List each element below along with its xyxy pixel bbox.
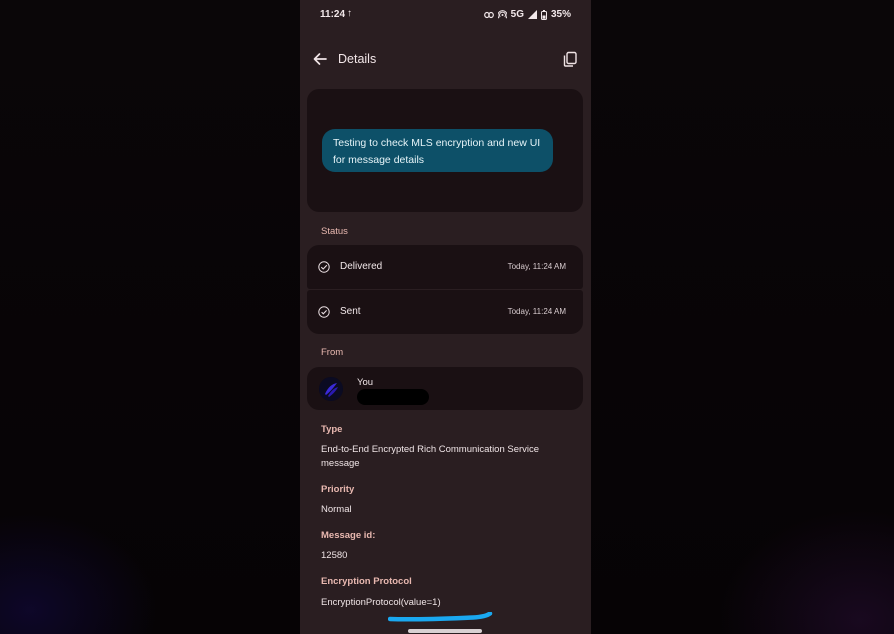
message-id-label: Message id:	[321, 530, 376, 541]
avatar-image	[319, 377, 343, 401]
encryption-protocol-label: Encryption Protocol	[321, 576, 412, 587]
encryption-protocol-value: EncryptionProtocol(value=1)	[321, 597, 441, 608]
avatar	[319, 377, 343, 401]
copy-icon[interactable]	[561, 50, 579, 68]
battery-level: 35%	[550, 9, 571, 20]
message-bubble: Testing to check MLS encryption and new …	[322, 129, 553, 172]
highlight-annotation	[388, 612, 493, 622]
check-circle-icon	[318, 261, 330, 273]
status-row-delivered: Delivered Today, 11:24 AM	[307, 245, 583, 289]
status-row-sent: Sent Today, 11:24 AM	[307, 290, 583, 334]
status-bar: 11:24 ↑ 5G 35%	[300, 0, 591, 30]
status-time-sent: Today, 11:24 AM	[507, 307, 566, 316]
type-label: Type	[321, 424, 343, 435]
status-time: 11:24	[320, 9, 346, 20]
status-icons: 5G 35%	[483, 9, 571, 20]
check-circle-icon	[318, 306, 330, 318]
from-card[interactable]: You	[307, 367, 583, 410]
from-section-label: From	[321, 347, 344, 358]
app-bar: Details	[300, 40, 591, 78]
page-title: Details	[338, 52, 377, 66]
battery-icon	[540, 9, 547, 20]
priority-label: Priority	[321, 484, 355, 495]
upload-icon: ↑	[347, 8, 352, 19]
link-icon	[483, 11, 494, 18]
signal-icon	[527, 10, 537, 19]
back-arrow-icon[interactable]	[310, 49, 330, 69]
home-indicator[interactable]	[408, 629, 482, 633]
status-time-delivered: Today, 11:24 AM	[507, 262, 566, 271]
message-id-value: 12580	[321, 550, 348, 561]
status-label-delivered: Delivered	[340, 261, 383, 272]
redacted-phone-number	[357, 389, 429, 405]
network-type: 5G	[510, 9, 524, 20]
sender-name: You	[357, 377, 374, 388]
type-value: End-to-End Encrypted Rich Communication …	[321, 444, 540, 469]
message-preview-card: Testing to check MLS encryption and new …	[307, 89, 583, 212]
hotspot-icon	[497, 10, 507, 19]
status-section-label: Status	[321, 226, 348, 237]
status-label-sent: Sent	[340, 306, 361, 317]
priority-value: Normal	[321, 504, 352, 515]
phone-screen: 11:24 ↑ 5G 35% Details Testing to check …	[300, 0, 591, 634]
